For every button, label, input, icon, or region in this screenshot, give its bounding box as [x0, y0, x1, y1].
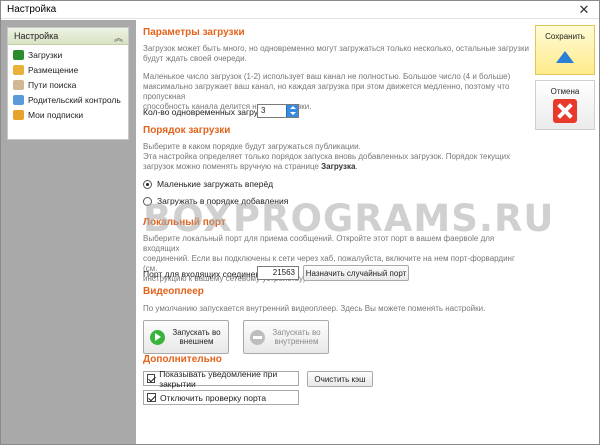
video-text: По умолчанию запускается внутренний виде…: [143, 304, 486, 313]
downloads-heading: Параметры загрузки: [143, 27, 245, 38]
port-input[interactable]: 21563: [257, 266, 299, 280]
window-title: Настройка: [7, 4, 57, 15]
clear-cache-button[interactable]: Очистить кэш: [307, 371, 373, 387]
parental-control-icon: [13, 94, 24, 105]
disable-port-check-label: Отключить проверку порта: [160, 392, 267, 403]
watermark: BOXPROGRAMS.RU: [143, 197, 555, 240]
nav-list: Загрузки Размещение Пути поиска Родительски…: [8, 45, 128, 122]
nav-header[interactable]: Настройка ︽: [8, 28, 128, 45]
downloads-text-2: Маленькое число загрузок (1-2) используе…: [143, 72, 511, 111]
play-icon: [150, 329, 165, 345]
downloads-text-1: Загрузок может быть много, но одновремен…: [143, 44, 529, 63]
internal-player-button[interactable]: Запускать во внутреннем: [243, 320, 329, 354]
sidebar-item[interactable]: Пути поиска: [8, 77, 128, 92]
sidebar-item[interactable]: Размещение: [8, 62, 128, 77]
sidebar-item-label: Мои подписки: [28, 109, 84, 120]
concurrent-downloads-label: Кол-во одновременных загрузок: [143, 107, 271, 117]
save-arrow-icon: [556, 51, 574, 63]
save-button[interactable]: Сохранить: [535, 25, 595, 75]
settings-window: Настройка ✕ Настройка ︽ Загрузки Размещен…: [0, 0, 600, 445]
order-text: Выберите в каком порядке будут загружать…: [143, 142, 511, 171]
spinner-arrows-icon[interactable]: [286, 105, 298, 117]
cancel-x-icon: [553, 99, 577, 123]
extra-heading: Дополнительно: [143, 354, 222, 365]
radio-dot-small-first[interactable]: [143, 179, 152, 189]
folder-icon: [13, 64, 24, 75]
external-player-button[interactable]: Запускать во внешнем: [143, 320, 229, 354]
random-port-button[interactable]: Назначить случайный порт: [303, 265, 409, 281]
sidebar-area: Настройка ︽ Загрузки Размещение Пути поиск…: [1, 20, 136, 444]
sidebar-item-label: Размещение: [28, 64, 79, 75]
order-heading: Порядок загрузки: [143, 125, 231, 136]
cancel-label: Отмена: [550, 87, 580, 96]
cancel-button[interactable]: Отмена: [535, 80, 595, 130]
nav-header-label: Настройка: [14, 31, 59, 41]
sidebar-item-label: Пути поиска: [28, 79, 77, 90]
sidebar-item[interactable]: Мои подписки: [8, 107, 128, 122]
search-paths-icon: [13, 79, 24, 90]
checkbox-port-box[interactable]: [147, 393, 156, 402]
subscriptions-icon: [13, 109, 24, 120]
minus-icon: [250, 329, 265, 345]
sidebar-item[interactable]: Загрузки: [8, 47, 128, 62]
concurrent-downloads-spinner[interactable]: 3: [257, 104, 299, 118]
sidebar-item-label: Родительский контроль: [28, 94, 121, 105]
save-label: Сохранить: [545, 32, 585, 41]
settings-nav-panel: Настройка ︽ Загрузки Размещение Пути поиск…: [7, 27, 129, 140]
title-bar: Настройка ✕: [1, 1, 599, 19]
sidebar-item-label: Загрузки: [28, 49, 63, 60]
sidebar-item[interactable]: Родительский контроль: [8, 92, 128, 107]
notify-on-close-label: Показывать уведомление при закрытии: [159, 368, 278, 389]
download-arrow-icon: [13, 49, 24, 60]
notify-on-close-checkbox[interactable]: Показывать уведомление при закрытии: [143, 368, 299, 389]
spinner-value: 3: [261, 106, 266, 115]
radio-small-first-label: Маленькие загружать вперёд: [157, 179, 274, 189]
video-heading: Видеоплеер: [143, 286, 204, 297]
disable-port-check-checkbox[interactable]: Отключить проверку порта: [143, 390, 299, 405]
checkbox-notify-box[interactable]: [147, 374, 156, 383]
radio-small-first[interactable]: Маленькие загружать вперёд: [143, 179, 273, 189]
collapse-chevron-icon[interactable]: ︽: [114, 31, 123, 44]
close-icon[interactable]: ✕: [569, 1, 599, 18]
incoming-port-label: Порт для входящих соединений: [143, 269, 270, 279]
